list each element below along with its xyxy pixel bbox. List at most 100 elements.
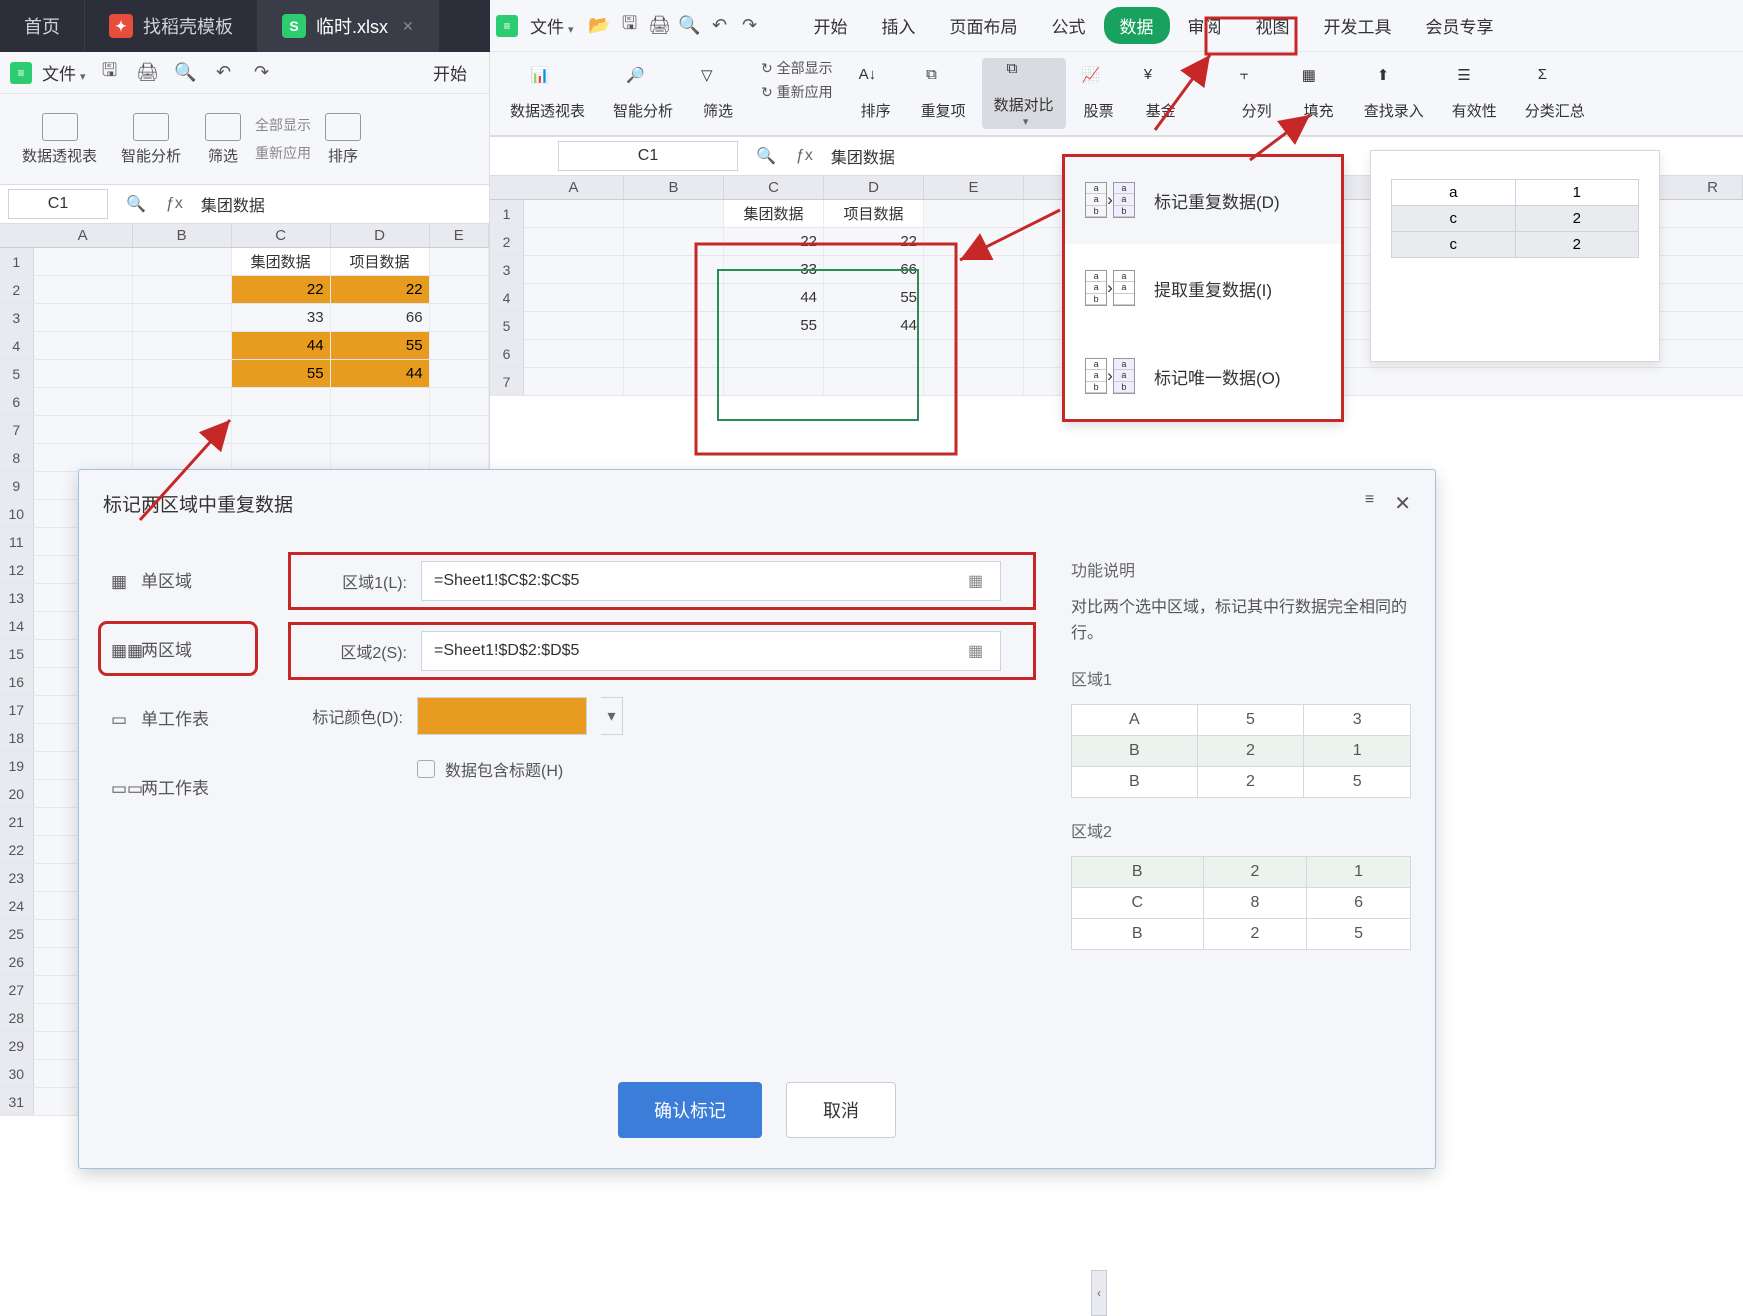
cell[interactable]	[232, 388, 331, 415]
cell[interactable]: 集团数据	[724, 200, 824, 227]
row-number[interactable]: 1	[0, 248, 34, 275]
cell[interactable]	[430, 388, 489, 415]
cell[interactable]	[624, 368, 724, 395]
close-icon[interactable]: ✕	[402, 18, 414, 35]
ribbon-sort[interactable]: 排序	[315, 113, 371, 166]
color-swatch[interactable]	[417, 697, 587, 735]
reapply[interactable]: ↻ 重新应用	[761, 82, 833, 102]
col-header[interactable]: R	[1683, 176, 1743, 199]
table-row[interactable]: 7	[0, 416, 489, 444]
ribbon-split[interactable]: ⫟分列	[1228, 58, 1286, 129]
cell[interactable]	[430, 248, 489, 275]
row-number[interactable]: 2	[0, 276, 34, 303]
cell[interactable]	[724, 340, 824, 367]
tab-document[interactable]: S 临时.xlsx ✕	[258, 0, 439, 52]
save-icon[interactable]: 🖫	[96, 59, 124, 87]
cell[interactable]: 项目数据	[824, 200, 924, 227]
side-single-region[interactable]: ▦单区域	[103, 557, 253, 602]
cell[interactable]	[624, 200, 724, 227]
cell[interactable]	[724, 368, 824, 395]
cell[interactable]	[430, 444, 489, 471]
cell[interactable]	[34, 388, 133, 415]
row-number[interactable]: 10	[0, 500, 34, 527]
row-number[interactable]: 4	[490, 284, 524, 311]
cell[interactable]	[430, 360, 489, 387]
cell[interactable]	[924, 256, 1024, 283]
cell[interactable]: 22	[724, 228, 824, 255]
row-number[interactable]: 3	[490, 256, 524, 283]
ribbon-validity[interactable]: ☰有效性	[1440, 58, 1509, 129]
undo-icon[interactable]: ↶	[210, 59, 238, 87]
cell[interactable]	[824, 368, 924, 395]
row-number[interactable]: 2	[490, 228, 524, 255]
ribbon-pivot[interactable]: 📊数据透视表	[498, 58, 597, 129]
row-number[interactable]: 13	[0, 584, 34, 611]
cell[interactable]	[133, 388, 232, 415]
cell[interactable]	[133, 248, 232, 275]
cell[interactable]	[34, 248, 133, 275]
collapse-handle[interactable]: ‹	[1091, 1270, 1107, 1316]
save-icon[interactable]: 🖫	[616, 12, 644, 40]
ribbon-subtotal[interactable]: Σ分类汇总	[1513, 58, 1597, 129]
col-header[interactable]: A	[524, 176, 624, 199]
cell[interactable]: 22	[824, 228, 924, 255]
row-number[interactable]: 7	[0, 416, 34, 443]
table-row[interactable]: 8	[0, 444, 489, 472]
fx-icon[interactable]: ƒx	[786, 147, 823, 165]
cell[interactable]	[232, 416, 331, 443]
menu-审阅[interactable]: 审阅	[1172, 7, 1238, 44]
row-number[interactable]: 7	[490, 368, 524, 395]
menu-开发工具[interactable]: 开发工具	[1308, 7, 1408, 44]
cell[interactable]	[924, 284, 1024, 311]
cell[interactable]: 66	[331, 304, 430, 331]
cell[interactable]: 44	[824, 312, 924, 339]
menu-开始[interactable]: 开始	[798, 7, 864, 44]
row-number[interactable]: 4	[0, 332, 34, 359]
name-box[interactable]: C1	[8, 189, 108, 219]
cell[interactable]	[331, 444, 430, 471]
ribbon-findrec[interactable]: ⬆查找录入	[1352, 58, 1436, 129]
cell[interactable]: 44	[331, 360, 430, 387]
cell[interactable]: 22	[232, 276, 331, 303]
col-header[interactable]: D	[824, 176, 924, 199]
show-all[interactable]: ↻ 全部显示	[761, 58, 833, 78]
cell[interactable]	[232, 444, 331, 471]
cell[interactable]: 44	[232, 332, 331, 359]
table-row[interactable]: 6	[0, 388, 489, 416]
cell[interactable]	[524, 284, 624, 311]
row-number[interactable]: 17	[0, 696, 34, 723]
region2-input[interactable]: =Sheet1!$D$2:$D$5▦	[421, 631, 1001, 671]
cell[interactable]	[430, 276, 489, 303]
cell[interactable]	[34, 304, 133, 331]
row-number[interactable]: 31	[0, 1088, 34, 1115]
cancel-button[interactable]: 取消	[786, 1082, 896, 1138]
ribbon-fill[interactable]: ▦填充	[1290, 58, 1348, 129]
cell[interactable]	[133, 360, 232, 387]
cell[interactable]: 44	[724, 284, 824, 311]
row-number[interactable]: 19	[0, 752, 34, 779]
cell[interactable]	[133, 416, 232, 443]
cell[interactable]	[624, 284, 724, 311]
tab-docao[interactable]: ✦ 找稻壳模板	[85, 0, 258, 52]
print-icon[interactable]: 🖨	[646, 12, 674, 40]
row-number[interactable]: 9	[0, 472, 34, 499]
cell[interactable]: 55	[824, 284, 924, 311]
menu-公式[interactable]: 公式	[1036, 7, 1102, 44]
cell[interactable]	[331, 388, 430, 415]
redo-icon[interactable]: ↷	[248, 59, 276, 87]
col-header[interactable]: C	[724, 176, 824, 199]
cell[interactable]	[624, 340, 724, 367]
table-row[interactable]: 44455	[0, 332, 489, 360]
row-number[interactable]: 22	[0, 836, 34, 863]
print-icon[interactable]: 🖨	[134, 59, 162, 87]
cell[interactable]	[624, 256, 724, 283]
cell[interactable]	[133, 444, 232, 471]
range-picker-icon[interactable]: ▦	[968, 641, 988, 661]
cell[interactable]	[924, 228, 1024, 255]
cell[interactable]	[524, 228, 624, 255]
menu-数据[interactable]: 数据	[1104, 7, 1170, 44]
cell[interactable]: 项目数据	[331, 248, 430, 275]
ribbon-data-compare[interactable]: ⧉数据对比▾	[982, 58, 1066, 129]
close-icon[interactable]: ✕	[1394, 491, 1411, 516]
table-row[interactable]: 55544	[0, 360, 489, 388]
